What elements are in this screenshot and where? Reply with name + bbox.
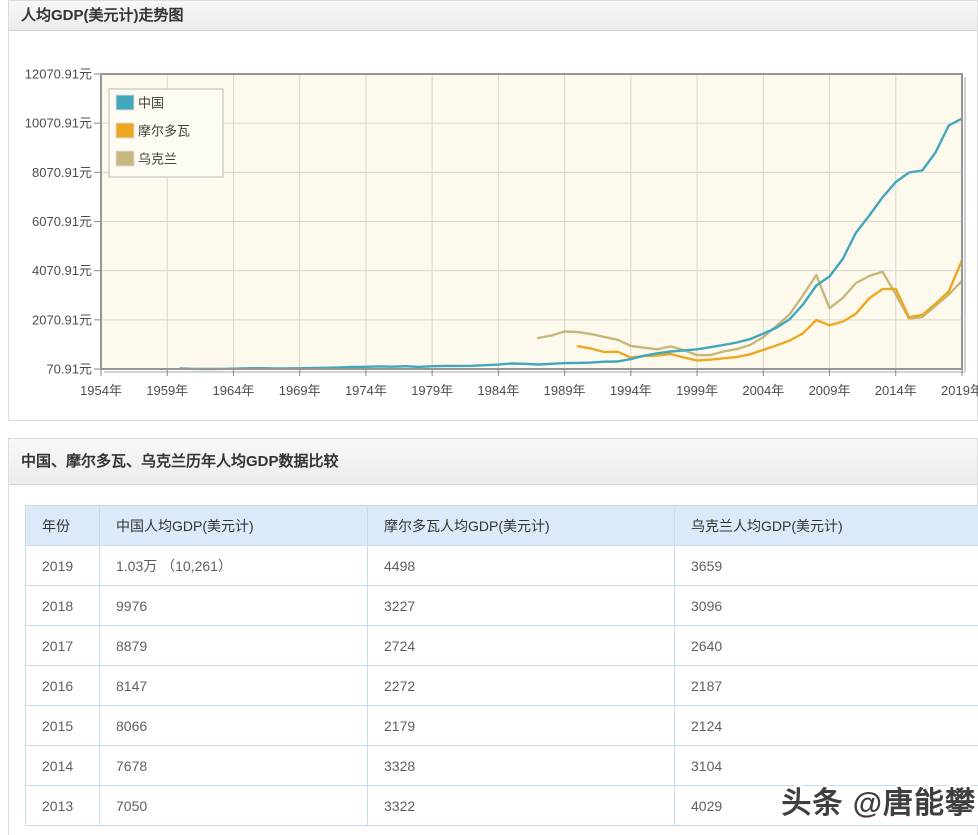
y-axis-label: 10070.91元 xyxy=(25,116,92,131)
x-axis-label: 1979年 xyxy=(411,383,453,398)
x-axis-label: 1999年 xyxy=(676,383,718,398)
value-cell: 2179 xyxy=(368,706,675,746)
table-row: 2018997632273096 xyxy=(26,586,978,626)
x-axis-label: 2004年 xyxy=(742,383,784,398)
value-cell: 4498 xyxy=(368,546,675,586)
x-axis-label: 2009年 xyxy=(809,383,851,398)
value-cell: 3096 xyxy=(675,586,978,626)
year-cell: 2019 xyxy=(26,546,100,586)
x-axis-label: 2014年 xyxy=(875,383,917,398)
gdp-comparison-table: 年份中国人均GDP(美元计)摩尔多瓦人均GDP(美元计)乌克兰人均GDP(美元计… xyxy=(25,505,978,826)
x-axis-label: 1989年 xyxy=(544,383,586,398)
legend-label-china[interactable]: 中国 xyxy=(138,96,164,111)
x-axis-label: 1984年 xyxy=(477,383,519,398)
legend-swatch-china[interactable] xyxy=(116,95,134,110)
y-axis-label: 70.91元 xyxy=(46,362,92,377)
year-cell: 2016 xyxy=(26,666,100,706)
y-axis-label: 6070.91元 xyxy=(32,214,92,229)
value-cell: 1.03万 （10,261） xyxy=(100,546,368,586)
table-row: 2015806621792124 xyxy=(26,706,978,746)
table-row: 2013705033224029 xyxy=(26,786,978,826)
year-cell: 2017 xyxy=(26,626,100,666)
x-axis-label: 1969年 xyxy=(279,383,321,398)
column-header-2: 摩尔多瓦人均GDP(美元计) xyxy=(368,506,675,546)
x-axis-label: 1959年 xyxy=(146,383,188,398)
value-cell: 4029 xyxy=(675,786,978,826)
x-axis-label: 2019年 xyxy=(941,383,978,398)
chart-section: 人均GDP(美元计)走势图 70.91元 2070.91元 4070.91元 6070… xyxy=(8,0,978,421)
value-cell: 2124 xyxy=(675,706,978,746)
table-row: 2017887927242640 xyxy=(26,626,978,666)
value-cell: 2640 xyxy=(675,626,978,666)
y-axis-label: 4070.91元 xyxy=(32,263,92,278)
table-row: 2014767833283104 xyxy=(26,746,978,786)
year-cell: 2013 xyxy=(26,786,100,826)
value-cell: 8879 xyxy=(100,626,368,666)
year-cell: 2015 xyxy=(26,706,100,746)
legend-label-moldova[interactable]: 摩尔多瓦 xyxy=(138,124,190,139)
value-cell: 3227 xyxy=(368,586,675,626)
year-cell: 2014 xyxy=(26,746,100,786)
y-axis-label: 2070.91元 xyxy=(32,312,92,327)
value-cell: 2187 xyxy=(675,666,978,706)
value-cell: 7678 xyxy=(100,746,368,786)
x-axis-label: 1964年 xyxy=(213,383,255,398)
value-cell: 2724 xyxy=(368,626,675,666)
legend-label-ukraine[interactable]: 乌克兰 xyxy=(138,152,177,167)
table-row: 20191.03万 （10,261）44983659 xyxy=(26,546,978,586)
value-cell: 2272 xyxy=(368,666,675,706)
value-cell: 7050 xyxy=(100,786,368,826)
column-header-3: 乌克兰人均GDP(美元计) xyxy=(675,506,978,546)
column-header-0: 年份 xyxy=(26,506,100,546)
table-section-title: 中国、摩尔多瓦、乌克兰历年人均GDP数据比较 xyxy=(9,439,977,485)
value-cell: 3104 xyxy=(675,746,978,786)
table-row: 2016814722722187 xyxy=(26,666,978,706)
x-axis-label: 1954年 xyxy=(80,383,122,398)
value-cell: 9976 xyxy=(100,586,368,626)
x-axis-label: 1994年 xyxy=(610,383,652,398)
legend-swatch-ukraine[interactable] xyxy=(116,151,134,166)
value-cell: 3328 xyxy=(368,746,675,786)
column-header-1: 中国人均GDP(美元计) xyxy=(100,506,368,546)
x-axis-label: 1974年 xyxy=(345,383,387,398)
chart-section-title: 人均GDP(美元计)走势图 xyxy=(9,1,977,31)
legend-swatch-moldova[interactable] xyxy=(116,123,134,138)
value-cell: 3659 xyxy=(675,546,978,586)
year-cell: 2018 xyxy=(26,586,100,626)
table-wrap: 年份中国人均GDP(美元计)摩尔多瓦人均GDP(美元计)乌克兰人均GDP(美元计… xyxy=(9,485,977,835)
value-cell: 3322 xyxy=(368,786,675,826)
value-cell: 8147 xyxy=(100,666,368,706)
y-axis-label: 8070.91元 xyxy=(32,165,92,180)
y-axis-label: 12070.91元 xyxy=(25,67,92,82)
gdp-trend-chart: 70.91元 2070.91元 4070.91元 6070.91元 8070.91元 10… xyxy=(9,31,978,421)
table-header-row: 年份中国人均GDP(美元计)摩尔多瓦人均GDP(美元计)乌克兰人均GDP(美元计… xyxy=(26,506,978,546)
table-section: 中国、摩尔多瓦、乌克兰历年人均GDP数据比较 年份中国人均GDP(美元计)摩尔多… xyxy=(8,438,978,835)
value-cell: 8066 xyxy=(100,706,368,746)
